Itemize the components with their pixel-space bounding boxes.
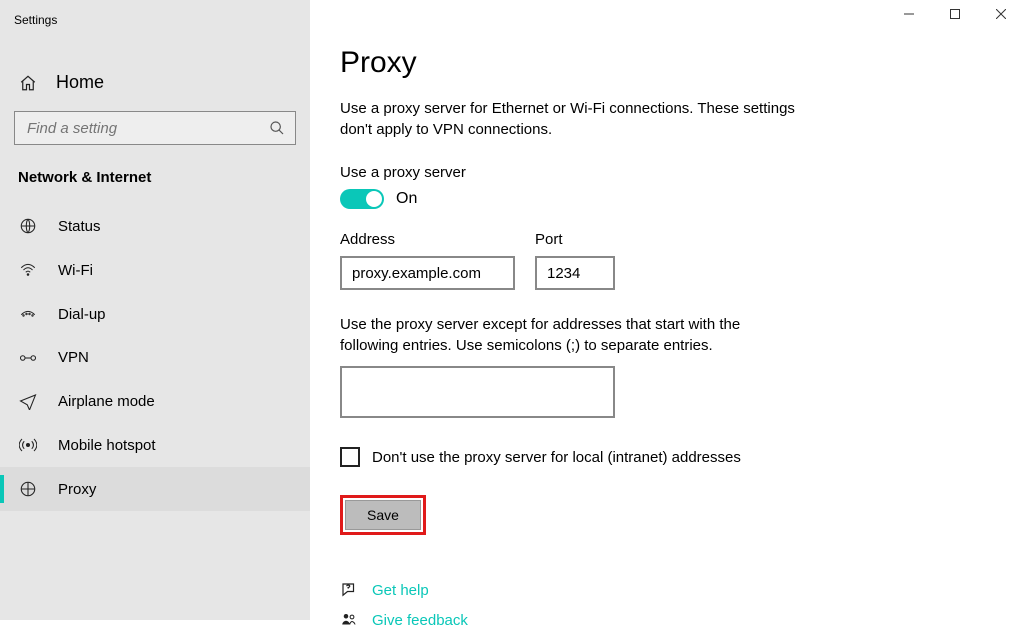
sidebar-item-wifi[interactable]: Wi-Fi — [0, 248, 310, 292]
sidebar-item-label: Mobile hotspot — [58, 437, 156, 454]
help-icon — [340, 581, 358, 599]
link-label: Get help — [372, 582, 429, 599]
search-icon — [269, 120, 285, 136]
titlebar: Settings — [0, 6, 310, 34]
vpn-icon — [18, 351, 38, 365]
home-label: Home — [56, 72, 104, 93]
address-input[interactable] — [340, 256, 515, 290]
port-label: Port — [535, 231, 615, 248]
sidebar-item-label: Status — [58, 218, 101, 235]
get-help-link[interactable]: Get help — [340, 581, 1024, 599]
exceptions-input[interactable] — [340, 366, 615, 418]
dialup-icon — [18, 305, 38, 323]
search-field[interactable] — [25, 119, 269, 138]
sidebar-item-label: Wi-Fi — [58, 262, 93, 279]
use-proxy-toggle[interactable] — [340, 189, 384, 209]
wifi-icon — [18, 261, 38, 279]
home-icon — [18, 74, 38, 92]
globe-icon — [18, 217, 38, 235]
bypass-local-label: Don't use the proxy server for local (in… — [372, 449, 741, 466]
close-button[interactable] — [978, 0, 1024, 28]
use-proxy-label: Use a proxy server — [340, 164, 1024, 181]
feedback-icon — [340, 611, 358, 629]
home-nav[interactable]: Home — [0, 58, 310, 111]
port-input[interactable] — [535, 256, 615, 290]
link-label: Give feedback — [372, 612, 468, 629]
sidebar-item-dialup[interactable]: Dial-up — [0, 292, 310, 336]
sidebar-item-status[interactable]: Status — [0, 204, 310, 248]
page-heading: Proxy — [340, 46, 1024, 80]
bypass-local-checkbox[interactable] — [340, 447, 360, 467]
main-panel: Proxy Use a proxy server for Ethernet or… — [310, 0, 1024, 620]
hotspot-icon — [18, 436, 38, 454]
sidebar-item-label: VPN — [58, 349, 89, 366]
save-highlight: Save — [340, 495, 426, 535]
save-button[interactable]: Save — [345, 500, 421, 530]
sidebar-item-label: Dial-up — [58, 306, 106, 323]
toggle-state: On — [396, 190, 417, 208]
give-feedback-link[interactable]: Give feedback — [340, 611, 1024, 629]
sidebar-item-label: Airplane mode — [58, 393, 155, 410]
maximize-button[interactable] — [932, 0, 978, 28]
minimize-button[interactable] — [886, 0, 932, 28]
window-title: Settings — [0, 13, 57, 27]
sidebar-item-proxy[interactable]: Proxy — [0, 467, 310, 511]
category-heading: Network & Internet — [0, 145, 310, 196]
address-label: Address — [340, 231, 515, 248]
sidebar-item-hotspot[interactable]: Mobile hotspot — [0, 423, 310, 467]
nav-list: Status Wi-Fi Dial-up VPN Airplane mode M… — [0, 204, 310, 511]
sidebar: Settings Home Network & Internet Status — [0, 0, 310, 620]
sidebar-item-label: Proxy — [58, 481, 96, 498]
exceptions-label: Use the proxy server except for addresse… — [340, 314, 800, 356]
window-controls — [886, 0, 1024, 28]
proxy-icon — [18, 480, 38, 498]
airplane-icon — [18, 392, 38, 410]
sidebar-item-vpn[interactable]: VPN — [0, 336, 310, 379]
sidebar-item-airplane[interactable]: Airplane mode — [0, 379, 310, 423]
search-input[interactable] — [14, 111, 296, 145]
page-description: Use a proxy server for Ethernet or Wi-Fi… — [340, 98, 800, 140]
